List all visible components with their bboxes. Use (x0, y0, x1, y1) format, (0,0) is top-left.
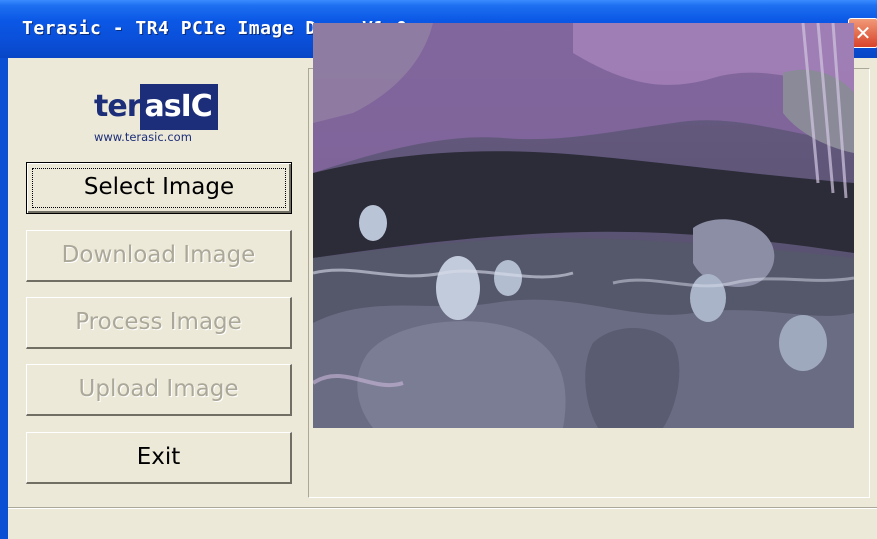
upload-image-button[interactable]: Upload Image (26, 364, 292, 416)
inverted-photo-image (313, 23, 854, 428)
image-preview (313, 23, 854, 428)
logo-url: www.terasic.com (94, 130, 192, 144)
download-image-button[interactable]: Download Image (26, 230, 292, 282)
logo-text-asic: asIC (140, 84, 218, 130)
process-image-button[interactable]: Process Image (26, 297, 292, 349)
status-separator (8, 507, 877, 509)
terasic-logo: ter asIC www.terasic.com (86, 82, 236, 156)
logo-text-ter: ter (94, 89, 141, 124)
logo-wordmark: ter asIC (94, 84, 218, 130)
app-window: Terasic - TR4 PCIe Image Demo V1.0 ✕ ter… (0, 0, 877, 539)
exit-button[interactable]: Exit (26, 432, 292, 484)
select-image-button[interactable]: Select Image (26, 162, 292, 214)
